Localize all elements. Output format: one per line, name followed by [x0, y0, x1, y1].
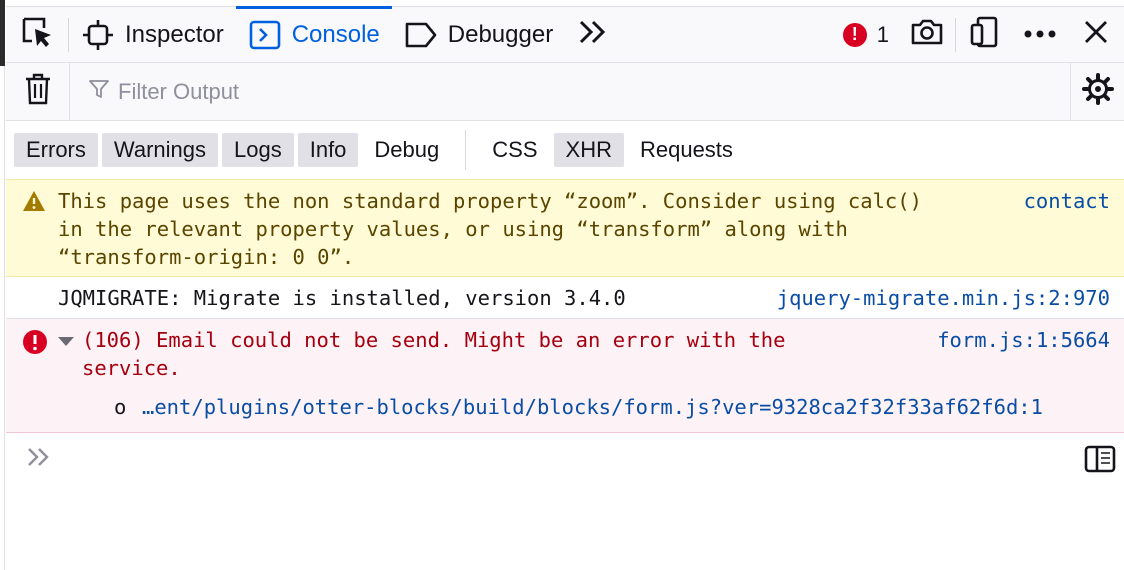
filter-xhr-toggle[interactable]: XHR: [553, 133, 624, 167]
screenshot-button[interactable]: [899, 7, 955, 63]
responsive-design-button[interactable]: [956, 7, 1012, 63]
options-menu-button[interactable]: [1012, 7, 1068, 63]
error-message-text: (106) Email could not be send. Might be …: [82, 328, 786, 380]
tab-console-label: Console: [291, 20, 380, 48]
filter-info-toggle[interactable]: Info: [297, 133, 359, 167]
warning-icon: [22, 190, 46, 219]
tab-debugger[interactable]: Debugger: [392, 7, 565, 63]
left-edge: [0, 0, 5, 570]
error-icon: !: [842, 22, 867, 47]
error-source-link[interactable]: form.js:1:5664: [937, 326, 1110, 354]
error-count-button[interactable]: ! 1: [833, 22, 899, 48]
filter-css-toggle[interactable]: CSS: [480, 133, 549, 167]
double-chevron-icon: [578, 19, 608, 50]
prompt-chevron-icon: [26, 445, 52, 474]
element-picker-icon: [20, 15, 54, 54]
error-icon: [22, 329, 48, 362]
tab-debugger-label: Debugger: [447, 20, 554, 48]
sidebar-toggle-icon: [1084, 445, 1116, 473]
filter-debug-toggle[interactable]: Debug: [362, 133, 451, 167]
console-message-log: JQMIGRATE: Migrate is installed, version…: [6, 277, 1124, 319]
gear-icon: [1081, 73, 1114, 110]
error-count: 1: [876, 21, 889, 47]
close-icon: [1083, 19, 1109, 50]
log-source-link[interactable]: jquery-migrate.min.js:2:970: [777, 284, 1110, 312]
stack-frame-location-link[interactable]: …ent/plugins/otter-blocks/build/blocks/f…: [142, 393, 1043, 421]
devtools-toolbar: Inspector Console Debugger ! 1: [6, 5, 1124, 63]
warning-source-link[interactable]: contact: [1024, 187, 1110, 215]
console-message-warning: This page uses the non standard property…: [6, 179, 1124, 277]
trash-icon: [24, 73, 52, 110]
responsive-design-icon: [969, 16, 999, 53]
element-picker-button[interactable]: [6, 7, 68, 63]
tab-console[interactable]: Console: [235, 5, 392, 63]
console-message-error: (106) Email could not be send. Might be …: [6, 319, 1124, 433]
stack-frame-function: o: [114, 395, 127, 419]
log-message-text: JQMIGRATE: Migrate is installed, version…: [58, 286, 626, 310]
log-level-filters: Errors Warnings Logs Info Debug CSS XHR …: [6, 121, 1124, 179]
filter-output-input[interactable]: Filter Output: [70, 63, 1070, 121]
more-tools-button[interactable]: [565, 7, 621, 63]
warning-message-text: This page uses the non standard property…: [58, 189, 922, 269]
close-devtools-button[interactable]: [1068, 7, 1124, 63]
tab-inspector-label: Inspector: [125, 20, 224, 48]
filter-warnings-toggle[interactable]: Warnings: [101, 133, 218, 167]
clear-console-button[interactable]: [6, 62, 70, 121]
filter-icon: [88, 78, 110, 106]
debugger-icon: [404, 18, 438, 52]
filter-errors-toggle[interactable]: Errors: [14, 133, 98, 167]
filter-separator: [465, 130, 467, 170]
filter-requests-toggle[interactable]: Requests: [628, 133, 745, 167]
console-icon: [248, 18, 282, 52]
inspector-icon: [81, 18, 115, 52]
console-settings-button[interactable]: [1070, 62, 1124, 121]
console-input[interactable]: [6, 433, 1124, 485]
tab-inspector[interactable]: Inspector: [69, 7, 236, 63]
expand-stacktrace-toggle[interactable]: [58, 337, 74, 346]
filter-placeholder: Filter Output: [118, 78, 240, 104]
more-options-icon: [1023, 26, 1057, 44]
filter-logs-toggle[interactable]: Logs: [222, 133, 294, 167]
camera-icon: [910, 17, 944, 52]
toggle-editor-button[interactable]: [1084, 445, 1116, 478]
filter-bar: Filter Output: [6, 62, 1124, 121]
